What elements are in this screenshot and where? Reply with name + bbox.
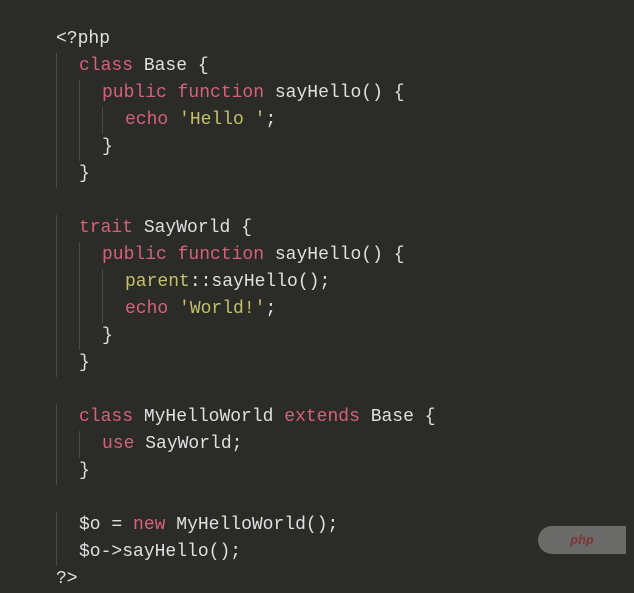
trait-name: SayWorld [145, 434, 231, 454]
keyword-function: function [178, 245, 264, 265]
code-line: <?php [56, 26, 634, 53]
semicolon: ; [265, 299, 276, 319]
keyword-class: class [79, 407, 133, 427]
keyword-echo: echo [125, 110, 168, 130]
code-line: } [56, 458, 634, 485]
parens: () [209, 542, 231, 562]
brace: { [394, 245, 405, 265]
code-line: public function sayHello() { [56, 242, 634, 269]
brace: { [241, 218, 252, 238]
brace: { [394, 83, 405, 103]
variable: $o [79, 515, 101, 535]
trait-name: SayWorld [144, 218, 230, 238]
php-open-tag: <?php [56, 29, 110, 49]
keyword-parent: parent [125, 272, 190, 292]
code-line: } [56, 350, 634, 377]
code-line [56, 188, 634, 215]
code-line: } [56, 134, 634, 161]
keyword-trait: trait [79, 218, 133, 238]
brace: } [79, 461, 90, 481]
keyword-new: new [133, 515, 165, 535]
keyword-echo: echo [125, 299, 168, 319]
keyword-public: public [102, 245, 167, 265]
scope-op: :: [190, 272, 212, 292]
parens: () [298, 272, 320, 292]
code-line: class Base { [56, 53, 634, 80]
class-name: MyHelloWorld [176, 515, 306, 535]
brace: { [425, 407, 436, 427]
variable: $o [79, 542, 101, 562]
code-line [56, 377, 634, 404]
arrow-op: -> [101, 542, 123, 562]
semicolon: ; [265, 110, 276, 130]
code-line: class MyHelloWorld extends Base { [56, 404, 634, 431]
function-call: sayHello [211, 272, 297, 292]
semicolon: ; [230, 542, 241, 562]
code-line: } [56, 161, 634, 188]
code-line: } [56, 323, 634, 350]
code-line: public function sayHello() { [56, 80, 634, 107]
parens: () [306, 515, 328, 535]
brace: } [79, 353, 90, 373]
keyword-use: use [102, 434, 134, 454]
operator: = [111, 515, 122, 535]
parens: () [361, 245, 383, 265]
brace: } [79, 164, 90, 184]
brace: { [198, 56, 209, 76]
brace: } [102, 326, 113, 346]
keyword-class: class [79, 56, 133, 76]
string-literal: 'Hello ' [179, 110, 265, 130]
string-literal: 'World!' [179, 299, 265, 319]
function-name: sayHello [275, 83, 361, 103]
keyword-function: function [178, 83, 264, 103]
function-name: sayHello [275, 245, 361, 265]
semicolon: ; [319, 272, 330, 292]
keyword-extends: extends [284, 407, 360, 427]
code-line: echo 'Hello '; [56, 107, 634, 134]
code-line: use SayWorld; [56, 431, 634, 458]
function-call: sayHello [122, 542, 208, 562]
code-line [56, 485, 634, 512]
watermark-text: php [570, 527, 593, 554]
class-name: Base [144, 56, 187, 76]
php-close-tag: ?> [56, 569, 78, 589]
keyword-public: public [102, 83, 167, 103]
code-line: trait SayWorld { [56, 215, 634, 242]
watermark: php [538, 526, 626, 554]
semicolon: ; [328, 515, 339, 535]
class-name: Base [371, 407, 414, 427]
brace: } [102, 137, 113, 157]
code-line: parent::sayHello(); [56, 269, 634, 296]
parens: () [361, 83, 383, 103]
class-name: MyHelloWorld [144, 407, 274, 427]
code-line: echo 'World!'; [56, 296, 634, 323]
semicolon: ; [232, 434, 243, 454]
